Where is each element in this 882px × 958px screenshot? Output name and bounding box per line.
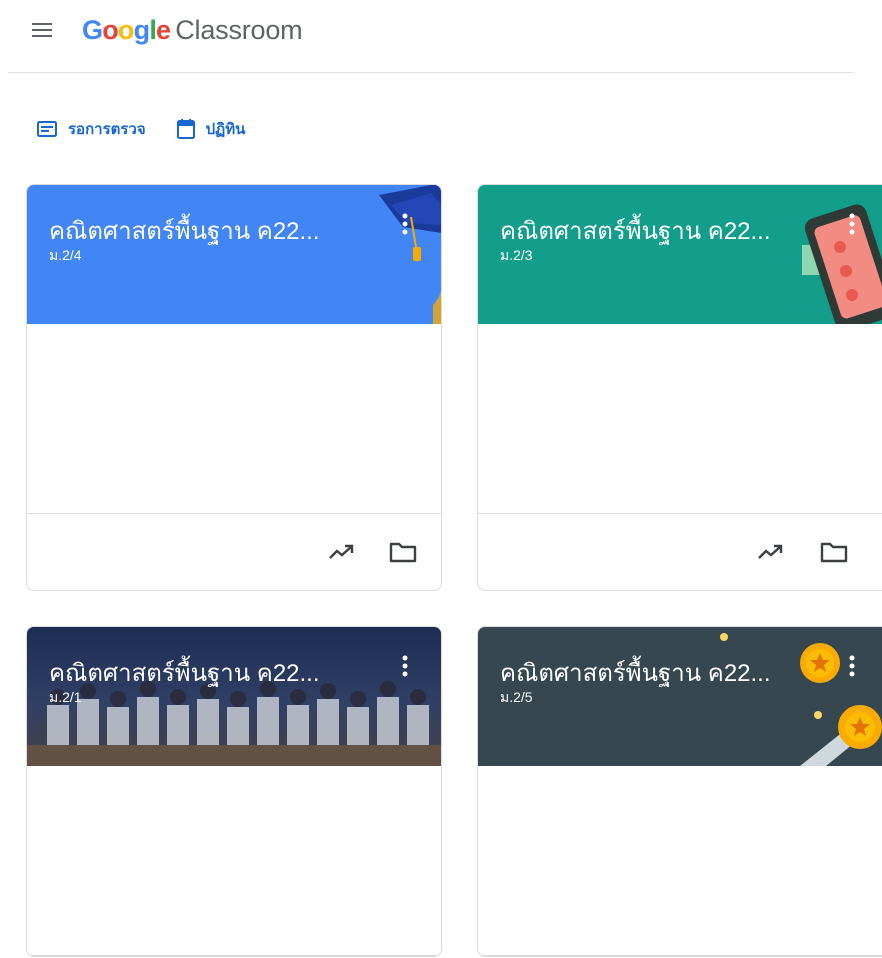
google-classroom-logo[interactable]: Google Classroom <box>82 10 303 50</box>
header-divider <box>8 72 854 73</box>
class-card-banner[interactable]: คณิตศาสตร์พื้นฐาน ค22... ม.2/3 <box>478 185 882 324</box>
more-vert-icon <box>402 213 408 235</box>
class-options-button[interactable] <box>393 651 417 681</box>
class-drive-folder-button[interactable] <box>389 538 417 566</box>
class-drive-folder-button[interactable] <box>820 538 848 566</box>
hamburger-menu-icon <box>32 23 52 37</box>
class-card-body[interactable] <box>27 766 441 956</box>
class-card-banner[interactable]: คณิตศาสตร์พื้นฐาน ค22... ม.2/4 <box>27 185 441 324</box>
class-card-title[interactable]: คณิตศาสตร์พื้นฐาน ค22... <box>49 211 320 250</box>
class-card: คณิตศาสตร์พื้นฐาน ค22... ม.2/5 <box>477 626 882 957</box>
class-card: คณิตศาสตร์พื้นฐาน ค22... ม.2/4 <box>26 184 442 591</box>
class-card-body[interactable] <box>478 324 882 514</box>
class-card-title[interactable]: คณิตศาสตร์พื้นฐาน ค22... <box>500 211 771 250</box>
google-wordmark: Google <box>82 14 171 45</box>
folder-icon <box>389 542 417 563</box>
assignment-icon <box>37 121 57 137</box>
gradebook-button[interactable] <box>327 538 355 566</box>
product-name: Classroom <box>175 14 303 45</box>
class-card-title[interactable]: คณิตศาสตร์พื้นฐาน ค22... <box>500 653 771 692</box>
more-vert-icon <box>402 655 408 677</box>
class-options-button[interactable] <box>393 209 417 239</box>
class-card-section: ม.2/3 <box>500 247 533 263</box>
folder-icon <box>820 542 848 563</box>
coins-illustration <box>720 633 882 766</box>
trending-up-icon <box>329 544 354 559</box>
class-card-body[interactable] <box>478 766 882 956</box>
calendar-icon <box>176 119 195 139</box>
class-card: คณิตศาสตร์พื้นฐาน ค22... ม.2/1 <box>26 626 442 957</box>
more-vert-icon <box>849 213 855 235</box>
class-card-title[interactable]: คณิตศาสตร์พื้นฐาน ค22... <box>49 653 320 692</box>
main-menu-button[interactable] <box>26 14 58 46</box>
class-card-banner[interactable]: คณิตศาสตร์พื้นฐาน ค22... ม.2/1 <box>27 627 441 766</box>
class-card: คณิตศาสตร์พื้นฐาน ค22... ม.2/3 <box>477 184 882 591</box>
class-card-section: ม.2/1 <box>49 689 82 705</box>
class-card-banner[interactable]: คณิตศาสตร์พื้นฐาน ค22... ม.2/5 <box>478 627 882 766</box>
class-options-button[interactable] <box>840 209 864 239</box>
class-card-section: ม.2/5 <box>500 689 533 705</box>
graduation-cap-illustration <box>379 185 441 324</box>
more-vert-icon <box>849 655 855 677</box>
class-options-button[interactable] <box>840 651 864 681</box>
class-photo-image <box>27 627 441 766</box>
quick-links: รอการตรวจ ปฏิทิน <box>36 114 275 144</box>
phone-illustration <box>802 204 882 324</box>
class-card-body[interactable] <box>27 324 441 514</box>
to-review-label: รอการตรวจ <box>68 121 146 138</box>
class-card-section: ม.2/4 <box>49 247 82 263</box>
calendar-label: ปฏิทิน <box>205 121 246 138</box>
class-card-footer <box>27 514 441 590</box>
gradebook-button[interactable] <box>756 538 784 566</box>
top-app-bar: Google Classroom <box>0 0 882 60</box>
trending-up-icon <box>758 544 783 559</box>
calendar-link[interactable]: ปฏิทิน <box>176 117 246 141</box>
to-review-link[interactable]: รอการตรวจ <box>36 117 146 141</box>
class-card-footer <box>478 514 882 590</box>
